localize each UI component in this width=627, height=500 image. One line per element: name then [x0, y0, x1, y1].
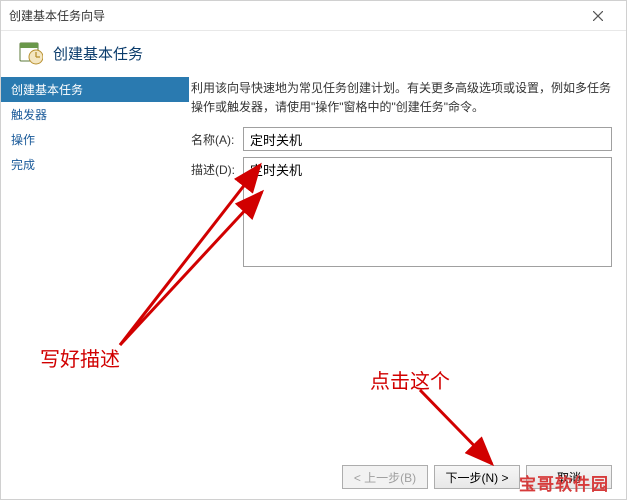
- wizard-header: 创建基本任务: [1, 31, 626, 77]
- wizard-window: 创建基本任务向导 创建基本任务 创建基本任务 触发器 操作 完成 利用该向导快速…: [0, 0, 627, 500]
- watermark: 宝哥软件园: [519, 470, 609, 495]
- sidebar-step-action[interactable]: 操作: [1, 127, 189, 152]
- name-row: 名称(A):: [191, 127, 612, 151]
- name-input[interactable]: [243, 127, 612, 151]
- wizard-title: 创建基本任务: [53, 43, 143, 64]
- window-title: 创建基本任务向导: [9, 7, 105, 24]
- wizard-content: 利用该向导快速地为常见任务创建计划。有关更多高级选项或设置，例如多任务操作或触发…: [189, 77, 626, 499]
- titlebar: 创建基本任务向导: [1, 1, 626, 31]
- description-input[interactable]: [243, 157, 612, 267]
- back-button: < 上一步(B): [342, 465, 428, 489]
- name-label: 名称(A):: [191, 127, 243, 148]
- wizard-body: 创建基本任务 触发器 操作 完成 利用该向导快速地为常见任务创建计划。有关更多高…: [1, 77, 626, 499]
- close-icon: [593, 11, 603, 21]
- task-wizard-icon: [19, 41, 43, 65]
- sidebar-step-finish[interactable]: 完成: [1, 152, 189, 177]
- close-button[interactable]: [578, 2, 618, 30]
- sidebar-step-trigger[interactable]: 触发器: [1, 102, 189, 127]
- description-row: 描述(D):: [191, 157, 612, 267]
- wizard-sidebar: 创建基本任务 触发器 操作 完成: [1, 77, 189, 499]
- sidebar-step-create[interactable]: 创建基本任务: [1, 77, 189, 102]
- intro-text: 利用该向导快速地为常见任务创建计划。有关更多高级选项或设置，例如多任务操作或触发…: [191, 77, 612, 117]
- next-button[interactable]: 下一步(N) >: [434, 465, 520, 489]
- description-label: 描述(D):: [191, 157, 243, 178]
